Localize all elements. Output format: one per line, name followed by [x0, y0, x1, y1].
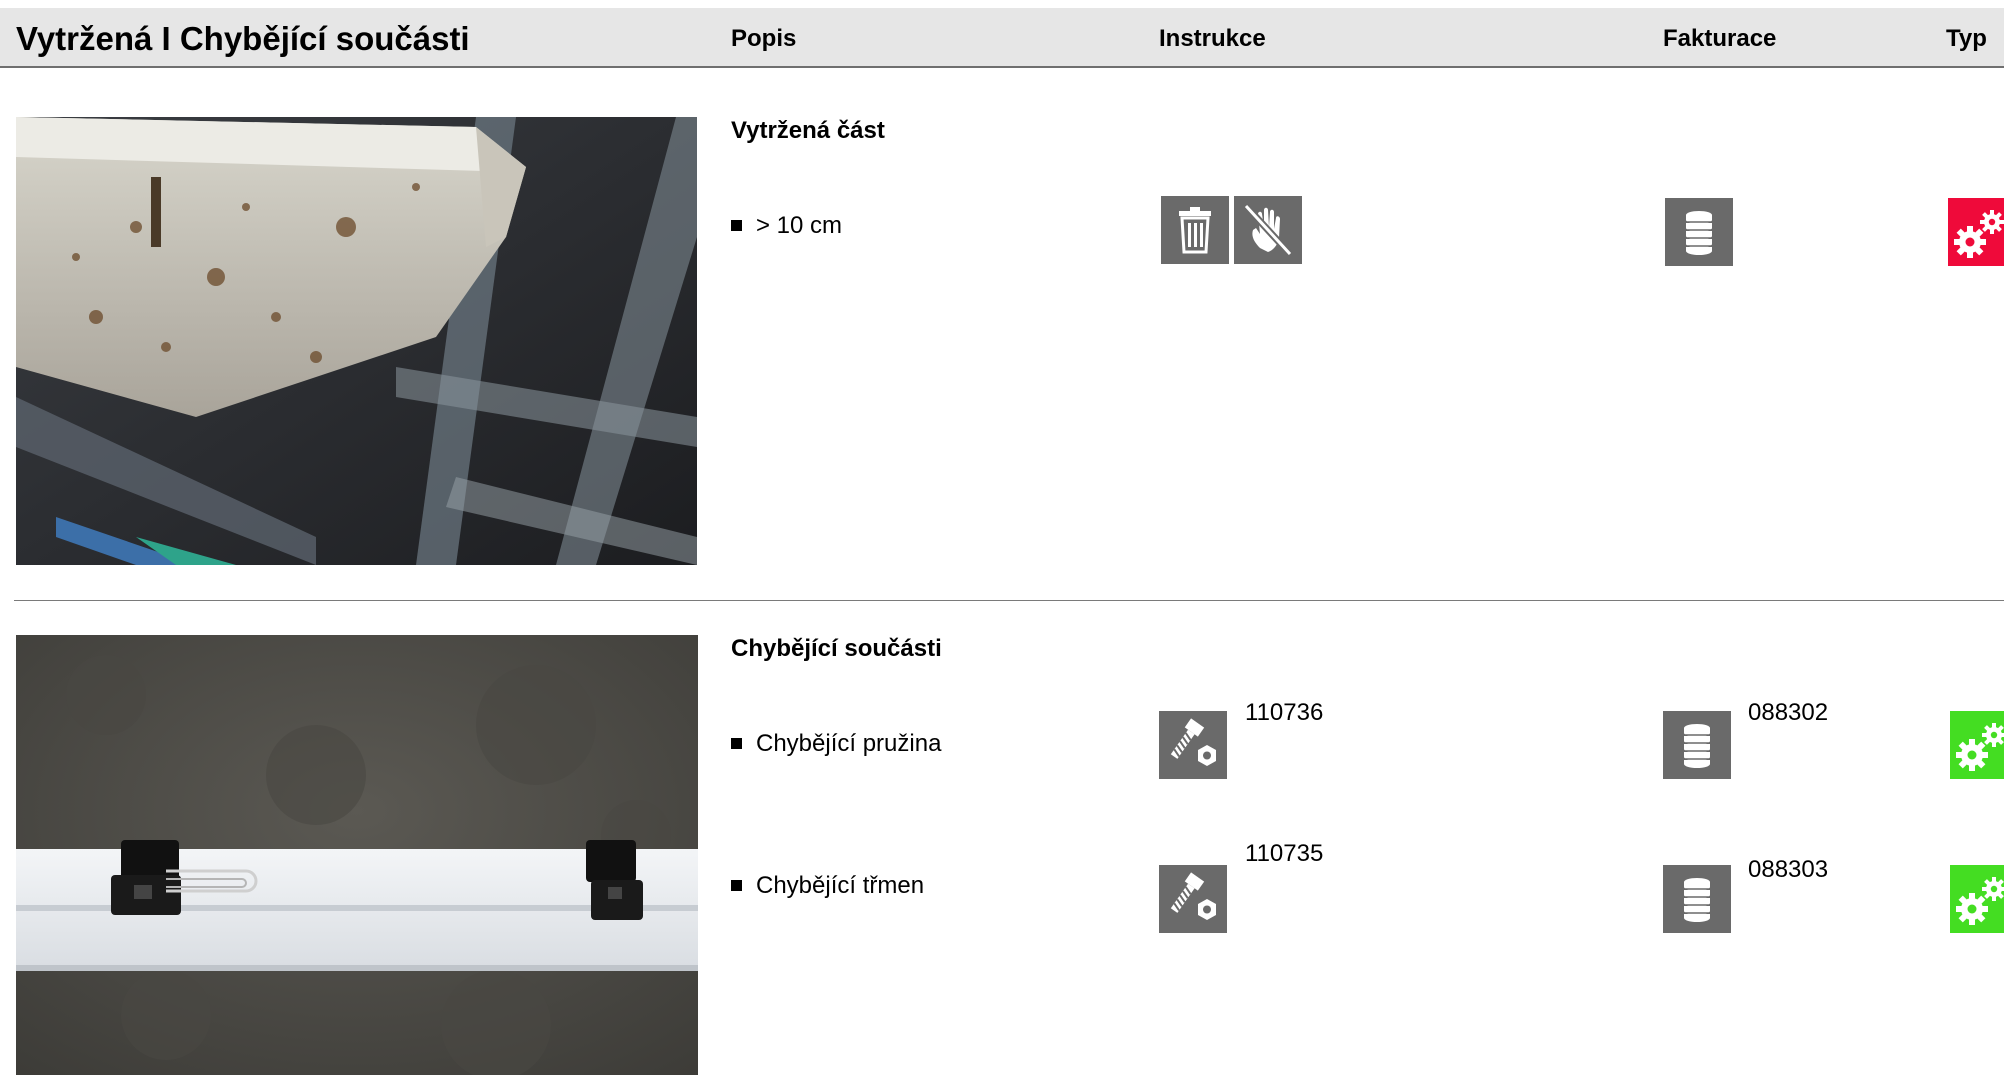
- gears-icon: [1948, 198, 2004, 266]
- column-header-instrukce: Instrukce: [1159, 25, 1266, 52]
- table-header: Vytržená I Chybějící součásti Popis Inst…: [0, 8, 2004, 68]
- coin-stack-icon: [1663, 865, 1731, 933]
- list-item: > 10 cm: [731, 212, 842, 240]
- type-badge-green: [1950, 711, 2004, 779]
- type-badge-green: [1950, 865, 2004, 933]
- bullet-icon: [731, 880, 742, 891]
- list-item: Chybějící třmen: [731, 872, 924, 900]
- instruction-code: 110736: [1245, 699, 1324, 726]
- gears-icon: [1950, 711, 2004, 779]
- column-header-fakturace: Fakturace: [1663, 25, 1777, 52]
- type-badge-red: [1948, 198, 2004, 266]
- billing-code: 088303: [1748, 856, 1829, 883]
- column-header-typ: Typ: [1946, 25, 1987, 52]
- billing-code: 088302: [1748, 699, 1829, 726]
- gears-icon: [1950, 865, 2004, 933]
- bullet-icon: [731, 738, 742, 749]
- page-title: Vytržená I Chybějící součásti: [16, 20, 470, 57]
- bolt-nut-icon: [1159, 865, 1227, 933]
- column-header-popis: Popis: [731, 25, 797, 52]
- item-label: Chybějící třmen: [756, 872, 925, 899]
- item-label: > 10 cm: [756, 212, 843, 239]
- section-divider: [14, 600, 2004, 601]
- section-title-missing-components: Chybějící součásti: [731, 635, 942, 662]
- list-item: Chybějící pružina: [731, 730, 941, 758]
- photo-torn-part: [16, 117, 697, 565]
- bolt-nut-icon: [1159, 711, 1227, 779]
- coin-stack-icon: [1663, 711, 1731, 779]
- item-label: Chybějící pružina: [756, 730, 942, 757]
- trash-icon: [1161, 196, 1229, 264]
- no-touch-hand-icon: [1234, 196, 1302, 264]
- bullet-icon: [731, 220, 742, 231]
- instruction-code: 110735: [1245, 840, 1324, 867]
- photo-missing-components: [16, 635, 698, 1075]
- section-title-torn-part: Vytržená část: [731, 117, 885, 144]
- coin-stack-icon: [1665, 198, 1733, 266]
